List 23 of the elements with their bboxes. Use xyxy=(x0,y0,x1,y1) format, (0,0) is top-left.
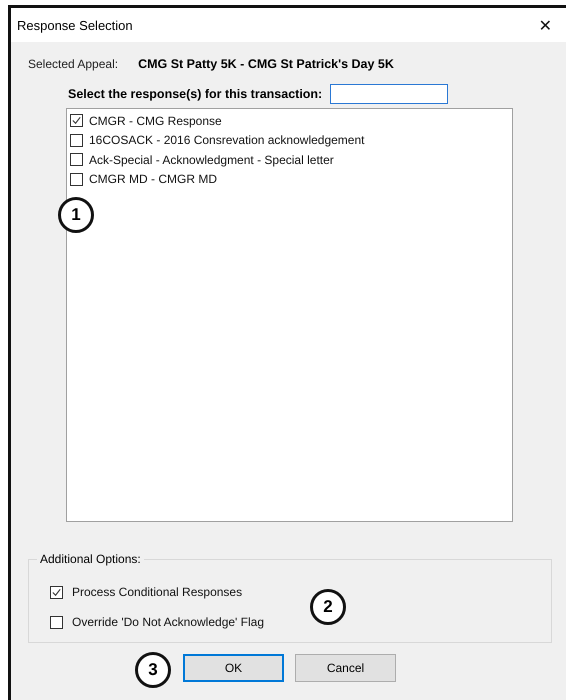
window-title: Response Selection xyxy=(17,18,133,32)
checkbox[interactable] xyxy=(70,114,83,128)
checkbox[interactable] xyxy=(70,134,83,147)
check-icon xyxy=(71,115,82,126)
check-icon xyxy=(51,586,62,598)
option-label[interactable]: Override 'Do Not Acknowledge' Flag xyxy=(72,615,264,629)
dialog-button[interactable]: Cancel xyxy=(295,654,396,682)
checkbox[interactable] xyxy=(50,586,63,598)
appeal-value: CMG St Patty 5K - CMG St Patrick's Day 5K xyxy=(138,57,394,71)
appeal-label: Selected Appeal: xyxy=(28,57,118,71)
checkbox[interactable] xyxy=(50,616,63,628)
filter-field[interactable] xyxy=(330,84,448,104)
response-label[interactable]: Ack-Special - Acknowledgment - Special letter xyxy=(89,152,334,167)
checkbox[interactable] xyxy=(70,153,83,166)
dialog-button[interactable]: OK xyxy=(183,654,284,682)
close-button[interactable]: ✕ xyxy=(534,16,556,34)
option-label[interactable]: Process Conditional Responses xyxy=(72,585,242,599)
response-label[interactable]: 16COSACK - 2016 Consrevation acknowledgement xyxy=(89,133,364,148)
group-title: Additional Options: xyxy=(37,552,144,566)
checkbox[interactable] xyxy=(70,172,83,186)
response-label[interactable]: CMGR - CMG Response xyxy=(89,114,222,128)
filter-label: Select the response(s) for this transaction: xyxy=(68,87,322,101)
response-label[interactable]: CMGR MD - CMGR MD xyxy=(89,172,217,186)
